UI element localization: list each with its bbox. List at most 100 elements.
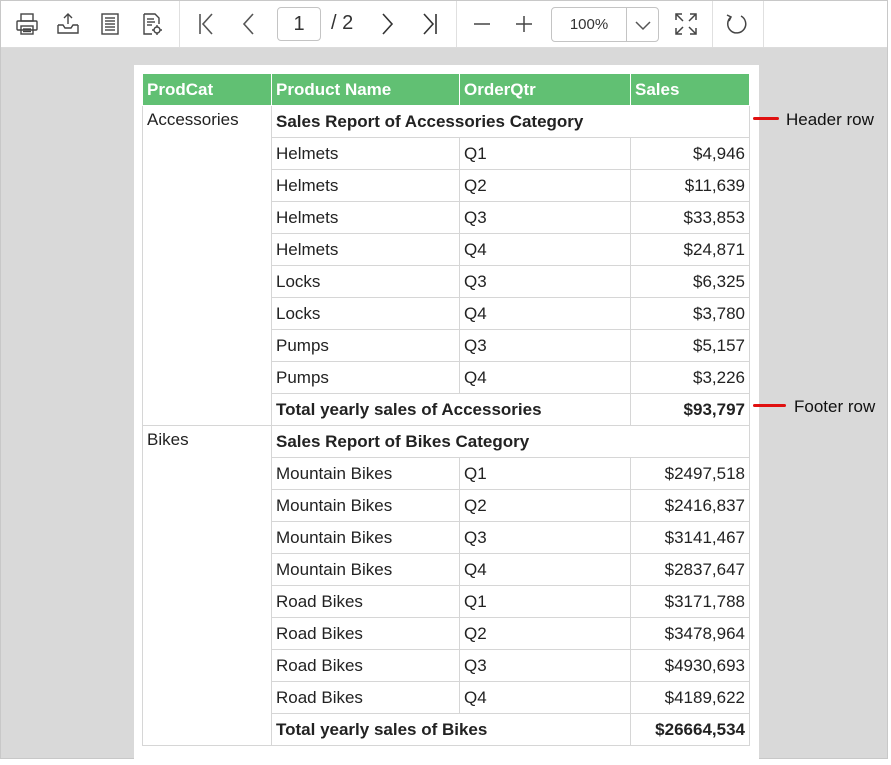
product-name-cell: Mountain Bikes [271,521,460,554]
print-button[interactable] [12,9,42,39]
product-name-cell: Pumps [271,361,460,394]
sales-cell: $2497,518 [630,457,750,490]
group-header-row: Bikes Sales Report of Bikes Category [142,425,750,746]
order-quarter-cell: Q4 [459,361,631,394]
toolbar-separator [763,1,764,47]
report-canvas: ProdCat Product Name OrderQtr Sales Acce… [1,48,887,765]
footer-label-cell: Total yearly sales of Accessories [271,393,631,426]
previous-page-button[interactable] [233,9,263,39]
zoom-out-icon [471,13,493,35]
first-page-icon [194,11,218,37]
order-quarter-cell: Q2 [459,489,631,522]
product-name-cell: Helmets [271,169,460,202]
product-name-cell: Road Bikes [271,617,460,650]
toolbar-separator [456,1,457,47]
order-quarter-cell: Q4 [459,553,631,586]
group-header-row: Accessories Sales Report of Accessories C… [142,105,750,426]
sales-cell: $5,157 [630,329,750,362]
sales-cell: $6,325 [630,265,750,298]
order-quarter-cell: Q4 [459,681,631,714]
report-page: ProdCat Product Name OrderQtr Sales Acce… [134,65,759,765]
table-body: Accessories Sales Report of Accessories C… [142,105,750,746]
category-cell: Accessories [142,105,272,426]
order-quarter-cell: Q3 [459,521,631,554]
product-name-cell: Road Bikes [271,681,460,714]
sales-cell: $4,946 [630,137,750,170]
header-row-annotation: Header row [786,110,874,129]
product-name-cell: Helmets [271,233,460,266]
order-quarter-cell: Q3 [459,649,631,682]
footer-total-cell: $93,797 [630,393,750,426]
zoom-out-button[interactable] [467,9,497,39]
product-name-cell: Mountain Bikes [271,457,460,490]
sales-cell: $4189,622 [630,681,750,714]
export-icon [55,11,81,37]
product-name-cell: Road Bikes [271,585,460,618]
group-header-cell: Sales Report of Accessories Category [271,105,750,138]
page-view-icon [139,11,165,37]
fit-page-button[interactable] [671,9,701,39]
product-name-cell: Locks [271,265,460,298]
order-quarter-cell: Q3 [459,329,631,362]
column-header-sales: Sales [630,73,750,106]
footer-row-annotation: Footer row [794,397,876,416]
sales-cell: $3,226 [630,361,750,394]
report-viewer: / 2 [0,0,888,765]
column-header-prodcat: ProdCat [142,73,272,106]
sales-report-table: ProdCat Product Name OrderQtr Sales Acce… [142,73,750,746]
order-quarter-cell: Q3 [459,201,631,234]
toolbar: / 2 [1,1,887,48]
order-quarter-cell: Q1 [459,585,631,618]
footer-label-cell: Total yearly sales of Bikes [271,713,631,746]
product-name-cell: Road Bikes [271,649,460,682]
footer-total-cell: $26664,534 [630,713,750,746]
sales-cell: $24,871 [630,233,750,266]
order-quarter-cell: Q4 [459,297,631,330]
product-name-cell: Locks [271,297,460,330]
sales-cell: $3478,964 [630,617,750,650]
last-page-icon [418,11,442,37]
last-page-button[interactable] [415,9,445,39]
first-page-button[interactable] [191,9,221,39]
product-name-cell: Helmets [271,201,460,234]
footer-row-pointer [753,404,786,407]
refresh-icon [723,11,749,37]
sales-cell: $3,780 [630,297,750,330]
sales-cell: $3141,467 [630,521,750,554]
product-name-cell: Mountain Bikes [271,553,460,586]
order-quarter-cell: Q2 [459,617,631,650]
page-view-button[interactable] [137,9,167,39]
fit-page-icon [673,11,699,37]
sales-cell: $3171,788 [630,585,750,618]
page-number-input[interactable] [277,7,321,41]
product-name-cell: Mountain Bikes [271,489,460,522]
next-page-icon [376,11,400,37]
order-quarter-cell: Q3 [459,265,631,298]
order-quarter-cell: Q1 [459,457,631,490]
sales-cell: $4930,693 [630,649,750,682]
sales-cell: $33,853 [630,201,750,234]
column-header-orderqtr: OrderQtr [459,73,631,106]
product-name-cell: Pumps [271,329,460,362]
sales-cell: $11,639 [630,169,750,202]
column-header-product-name: Product Name [271,73,460,106]
sales-cell: $2416,837 [630,489,750,522]
next-page-button[interactable] [373,9,403,39]
zoom-in-button[interactable] [509,9,539,39]
zoom-select[interactable]: 100% [551,7,659,42]
product-name-cell: Helmets [271,137,460,170]
group-header-cell: Sales Report of Bikes Category [271,425,750,458]
page-total-label: / 2 [331,12,354,34]
page-setup-icon [97,11,123,37]
page-setup-button[interactable] [95,9,125,39]
order-quarter-cell: Q4 [459,233,631,266]
zoom-in-icon [513,13,535,35]
refresh-button[interactable] [721,9,751,39]
export-button[interactable] [53,9,83,39]
zoom-value: 100% [569,16,609,33]
category-cell: Bikes [142,425,272,746]
table-header-row: ProdCat Product Name OrderQtr Sales [142,73,750,106]
chevron-down-icon[interactable] [628,8,658,41]
order-quarter-cell: Q1 [459,137,631,170]
toolbar-separator [712,1,713,47]
